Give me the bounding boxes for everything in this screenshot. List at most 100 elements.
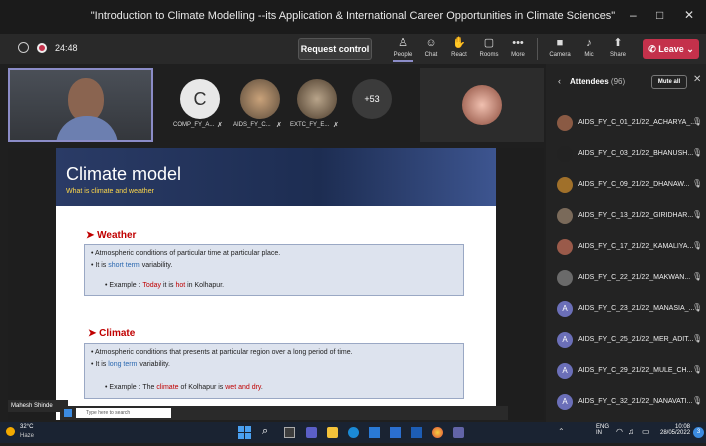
mic-off-icon: 🎙 bbox=[692, 241, 703, 250]
mic-off-icon: 🎙 bbox=[692, 179, 703, 188]
mic-off-icon: 🎙 bbox=[692, 334, 703, 343]
mic-off-icon: ♪ bbox=[586, 37, 592, 49]
volume-icon[interactable]: ♫ bbox=[628, 427, 634, 436]
arrow-icon: ➤ bbox=[88, 328, 100, 339]
share-icon: ⬆ bbox=[613, 37, 623, 49]
share-margin-left bbox=[8, 148, 56, 420]
attendee-row[interactable]: A AIDS_FY_C_32_21/22_NANAVATI... 🎙 bbox=[546, 389, 706, 415]
weather-text: Haze bbox=[20, 433, 35, 439]
close-window-button[interactable]: ✕ bbox=[684, 8, 694, 22]
start-button[interactable] bbox=[238, 426, 251, 439]
mic-off-icon: 🎙 bbox=[692, 365, 703, 374]
participant-avatar[interactable] bbox=[462, 85, 502, 125]
request-control-button[interactable]: Request control bbox=[298, 38, 372, 60]
participant-avatar[interactable] bbox=[240, 79, 280, 119]
climate-bullet-1: • Atmospheric conditions that presents a… bbox=[91, 349, 353, 356]
attendee-name: AIDS_FY_C_23_21/22_MANASIA_... bbox=[578, 305, 695, 312]
mic-off-icon: 🎙 bbox=[692, 396, 703, 405]
attendee-avatar bbox=[557, 146, 573, 162]
sun-icon bbox=[6, 427, 15, 436]
leave-button[interactable]: ✆ Leave ⌄ bbox=[643, 39, 699, 59]
window-title: "Introduction to Climate Modelling --its… bbox=[90, 10, 616, 22]
share-button[interactable]: ⬆ Share bbox=[604, 36, 632, 60]
attendees-panel: ‹ Attendees (96) Mute all ✕ AIDS_FY_C_01… bbox=[546, 64, 706, 441]
close-panel-icon[interactable]: ✕ bbox=[693, 74, 701, 85]
language-indicator[interactable]: ENG IN bbox=[596, 424, 609, 436]
attendee-name: AIDS_FY_C_17_21/22_KAMALIYA... bbox=[578, 243, 694, 250]
wifi-icon[interactable]: ◠ bbox=[616, 427, 623, 436]
search-icon[interactable]: ⌕ bbox=[262, 425, 268, 438]
store-icon[interactable] bbox=[369, 427, 380, 438]
weather-heading: ➤ Weather bbox=[86, 230, 137, 241]
rooms-icon: ▢ bbox=[483, 37, 495, 49]
mute-all-button[interactable]: Mute all bbox=[651, 75, 687, 89]
attendee-name: AIDS_FY_C_32_21/22_NANAVATI... bbox=[578, 398, 693, 405]
meeting-timer: 24:48 bbox=[55, 43, 78, 53]
attendee-row[interactable]: AIDS_FY_C_09_21/22_DHANAW... 🎙 bbox=[546, 172, 706, 198]
weather-box: • Atmospheric conditions of particular t… bbox=[84, 244, 464, 296]
teams-icon[interactable] bbox=[306, 427, 317, 438]
attendee-row[interactable]: AIDS_FY_C_13_21/22_GIRIDHAR... 🎙 bbox=[546, 203, 706, 229]
attendee-avatar bbox=[557, 239, 573, 255]
windows-icon bbox=[64, 409, 72, 417]
attendee-avatar bbox=[557, 115, 573, 131]
attendee-avatar: A bbox=[557, 332, 573, 348]
minimize-button[interactable]: – bbox=[630, 8, 637, 22]
attendee-avatar bbox=[557, 208, 573, 224]
react-button[interactable]: ✋ React bbox=[445, 36, 473, 60]
more-icon: ••• bbox=[512, 37, 524, 49]
mic-off-icon: 🎙 bbox=[692, 210, 703, 219]
attendee-name: AIDS_FY_C_13_21/22_GIRIDHAR... bbox=[578, 212, 694, 219]
more-button[interactable]: ••• More bbox=[504, 36, 532, 60]
attendee-row[interactable]: A AIDS_FY_C_25_21/22_MER_ADIT... 🎙 bbox=[546, 327, 706, 353]
mic-off-icon: 🎙 bbox=[692, 148, 703, 157]
attendee-name: AIDS_FY_C_25_21/22_MER_ADIT... bbox=[578, 336, 694, 343]
attendee-row[interactable]: AIDS_FY_C_17_21/22_KAMALIYA... 🎙 bbox=[546, 234, 706, 260]
weather-bullet-2: • It is short term variability. bbox=[91, 262, 173, 269]
toolbar-divider bbox=[537, 38, 538, 60]
teams-running-icon[interactable] bbox=[453, 427, 464, 438]
people-button[interactable]: ♙ People bbox=[389, 36, 417, 62]
chrome-icon[interactable] bbox=[432, 427, 443, 438]
title-bar: "Introduction to Climate Modelling --its… bbox=[0, 0, 706, 34]
chat-icon: ☺ bbox=[425, 37, 437, 49]
participant-avatar[interactable] bbox=[297, 79, 337, 119]
back-icon[interactable]: ‹ bbox=[558, 76, 561, 86]
camera-button[interactable]: ■ Camera bbox=[546, 36, 574, 60]
battery-icon[interactable]: ▭ bbox=[642, 427, 650, 436]
tray-arrow-icon[interactable]: ⌃ bbox=[558, 427, 565, 436]
presenter-video bbox=[8, 68, 153, 142]
arrow-icon: ➤ bbox=[86, 230, 98, 241]
inner-search-box: Type here to search bbox=[76, 408, 171, 418]
record-icon bbox=[37, 43, 47, 53]
maximize-button[interactable]: □ bbox=[656, 8, 663, 22]
mic-off-icon: 🎙 bbox=[692, 272, 703, 281]
attendee-row[interactable]: A AIDS_FY_C_29_21/22_MULE_CH... 🎙 bbox=[546, 358, 706, 384]
attendee-row[interactable]: A AIDS_FY_C_23_21/22_MANASIA_... 🎙 bbox=[546, 296, 706, 322]
notification-badge[interactable]: 3 bbox=[693, 427, 704, 438]
participant-avatar[interactable]: C bbox=[180, 79, 220, 119]
participant-name: COMP_FY_A... bbox=[173, 122, 215, 128]
mail-icon[interactable] bbox=[390, 427, 401, 438]
attendee-name: AIDS_FY_C_22_21/22_MAKWAN... bbox=[578, 274, 691, 281]
attendees-title: Attendees (96) bbox=[570, 77, 626, 86]
presenter-shirt bbox=[56, 116, 118, 140]
chat-button[interactable]: ☺ Chat bbox=[417, 36, 445, 60]
word-icon[interactable] bbox=[411, 427, 422, 438]
file-explorer-icon[interactable] bbox=[327, 427, 338, 438]
mic-button[interactable]: ♪ Mic bbox=[575, 36, 603, 60]
attendee-avatar: A bbox=[557, 301, 573, 317]
edge-icon[interactable] bbox=[348, 427, 359, 438]
attendee-row[interactable]: AIDS_FY_C_03_21/22_BHANUSH... 🎙 bbox=[546, 141, 706, 167]
shared-taskbar: Type here to search bbox=[60, 406, 508, 420]
react-icon: ✋ bbox=[452, 37, 466, 49]
clock[interactable]: 10:08 28/05/2022 bbox=[660, 424, 690, 436]
more-participants[interactable]: +53 bbox=[352, 79, 392, 119]
attendee-name: AIDS_FY_C_09_21/22_DHANAW... bbox=[578, 181, 690, 188]
task-view-icon[interactable] bbox=[284, 427, 295, 438]
rooms-button[interactable]: ▢ Rooms bbox=[475, 36, 503, 60]
climate-example: • Example : The climate of Kolhapur is w… bbox=[105, 384, 263, 391]
attendee-row[interactable]: AIDS_FY_C_22_21/22_MAKWAN... 🎙 bbox=[546, 265, 706, 291]
attendee-name: AIDS_FY_C_01_21/22_ACHARYA_... bbox=[578, 119, 697, 126]
attendee-row[interactable]: AIDS_FY_C_01_21/22_ACHARYA_... 🎙 bbox=[546, 110, 706, 136]
